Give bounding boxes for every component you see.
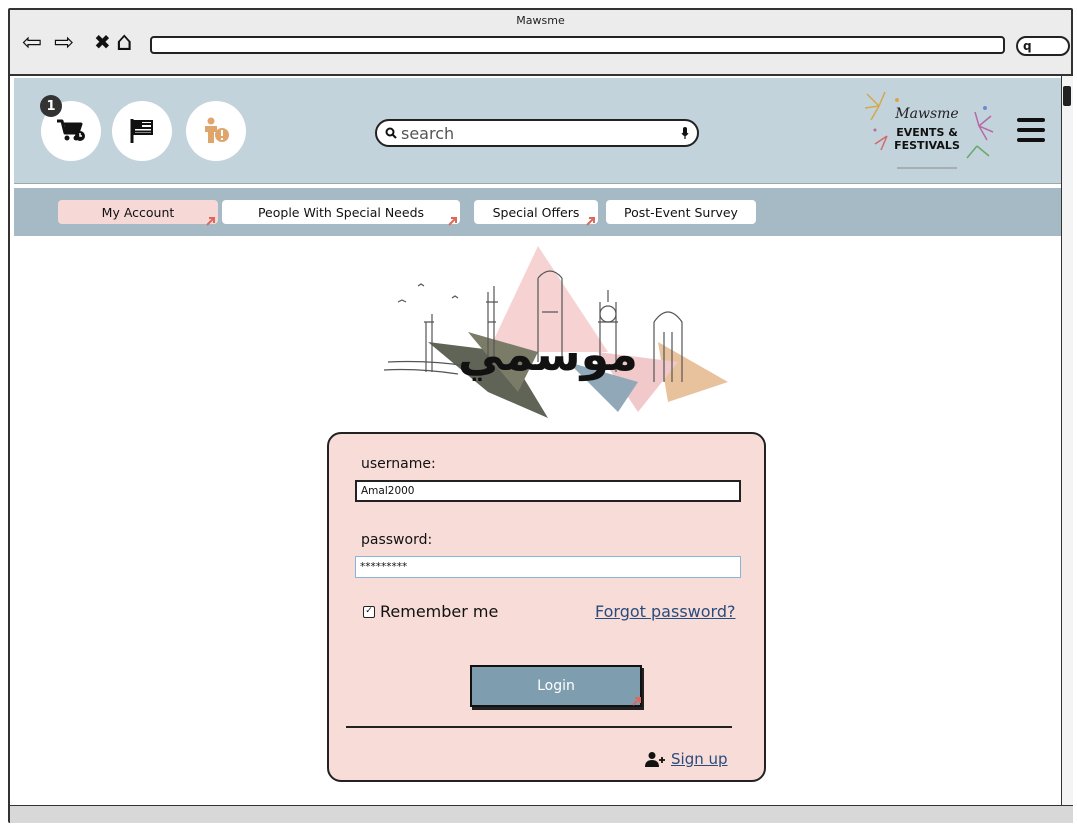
hero-illustration: موسمي: [368, 242, 728, 424]
tab-my-account[interactable]: My Account: [58, 200, 218, 226]
tab-label: My Account: [101, 204, 175, 220]
arrow-icon: [206, 217, 215, 226]
logo-line-festivals: FESTIVALS: [894, 139, 960, 152]
cart-icon: [57, 119, 85, 141]
username-input[interactable]: [355, 480, 741, 502]
nav-bar: My Account People With Special Needs Spe…: [14, 188, 1061, 236]
tab-label: Post-Event Survey: [624, 204, 738, 220]
address-bar[interactable]: [150, 36, 1005, 54]
arabic-brand-text: موسمي: [458, 327, 638, 381]
language-button[interactable]: [112, 101, 172, 161]
remember-me-label: Remember me: [380, 602, 499, 621]
browser-chrome: Mawsme ⇦ ⇨ ✖ ⌂ q: [10, 10, 1071, 76]
menu-icon: [1017, 118, 1045, 122]
tab-special-offers[interactable]: Special Offers: [474, 200, 598, 226]
browser-window: Mawsme ⇦ ⇨ ✖ ⌂ q 1 search Mawsme EVENTS …: [8, 8, 1073, 823]
search-input[interactable]: [397, 123, 681, 143]
sign-up-link[interactable]: Sign up: [645, 750, 728, 768]
window-title: Mawsme: [516, 14, 565, 27]
form-divider: [346, 726, 732, 728]
forward-icon[interactable]: ⇨: [54, 30, 74, 54]
horizontal-scrollbar[interactable]: [10, 805, 1073, 823]
scrollbar-thumb[interactable]: [1063, 86, 1071, 106]
page-viewport: 1 search Mawsme EVENTS & FESTIVALS My Ac…: [10, 76, 1061, 805]
site-search-box[interactable]: [375, 119, 699, 147]
add-user-icon: [645, 752, 665, 767]
logo-line-events: EVENTS &: [896, 126, 958, 139]
sign-up-label: Sign up: [671, 750, 728, 768]
stop-icon[interactable]: ✖: [94, 30, 111, 54]
city-skyline-graphic: موسمي: [383, 246, 728, 418]
checkbox-checked-icon: ✓: [363, 605, 375, 618]
password-label: password:: [361, 532, 433, 548]
vertical-scrollbar[interactable]: [1061, 76, 1073, 805]
brand-logo[interactable]: Mawsme EVENTS & FESTIVALS: [857, 86, 997, 178]
site-header: 1 search Mawsme EVENTS & FESTIVALS: [14, 78, 1061, 184]
tab-label: Special Offers: [492, 204, 580, 220]
login-button[interactable]: Login: [470, 665, 642, 707]
username-label: username:: [361, 456, 436, 472]
accessibility-icon: [205, 117, 229, 143]
home-icon[interactable]: ⌂: [116, 29, 133, 55]
menu-button[interactable]: [1017, 118, 1045, 144]
arrow-icon: [586, 217, 595, 226]
browser-search-icon: q: [1023, 39, 1032, 53]
login-form: username: password: ✓ Remember me Forgot…: [327, 432, 766, 782]
tab-label: People With Special Needs: [257, 204, 425, 220]
arrow-icon: [632, 697, 641, 706]
cart-count-badge: 1: [40, 95, 62, 117]
flag-icon: [130, 119, 153, 143]
tab-special-needs[interactable]: People With Special Needs: [222, 200, 460, 226]
tab-post-event-survey[interactable]: Post-Event Survey: [606, 200, 756, 224]
forgot-password-link[interactable]: Forgot password?: [595, 602, 735, 621]
mic-icon[interactable]: [681, 126, 689, 140]
back-icon[interactable]: ⇦: [22, 30, 42, 54]
password-input[interactable]: [355, 556, 741, 578]
login-button-label: Login: [537, 678, 575, 694]
logo-script-text: Mawsme: [895, 106, 959, 122]
remember-me-checkbox[interactable]: ✓ Remember me: [363, 602, 498, 621]
browser-search-field[interactable]: q: [1016, 36, 1070, 56]
accessibility-button[interactable]: [186, 101, 246, 161]
arrow-icon: [448, 217, 457, 226]
search-icon: [385, 127, 397, 139]
